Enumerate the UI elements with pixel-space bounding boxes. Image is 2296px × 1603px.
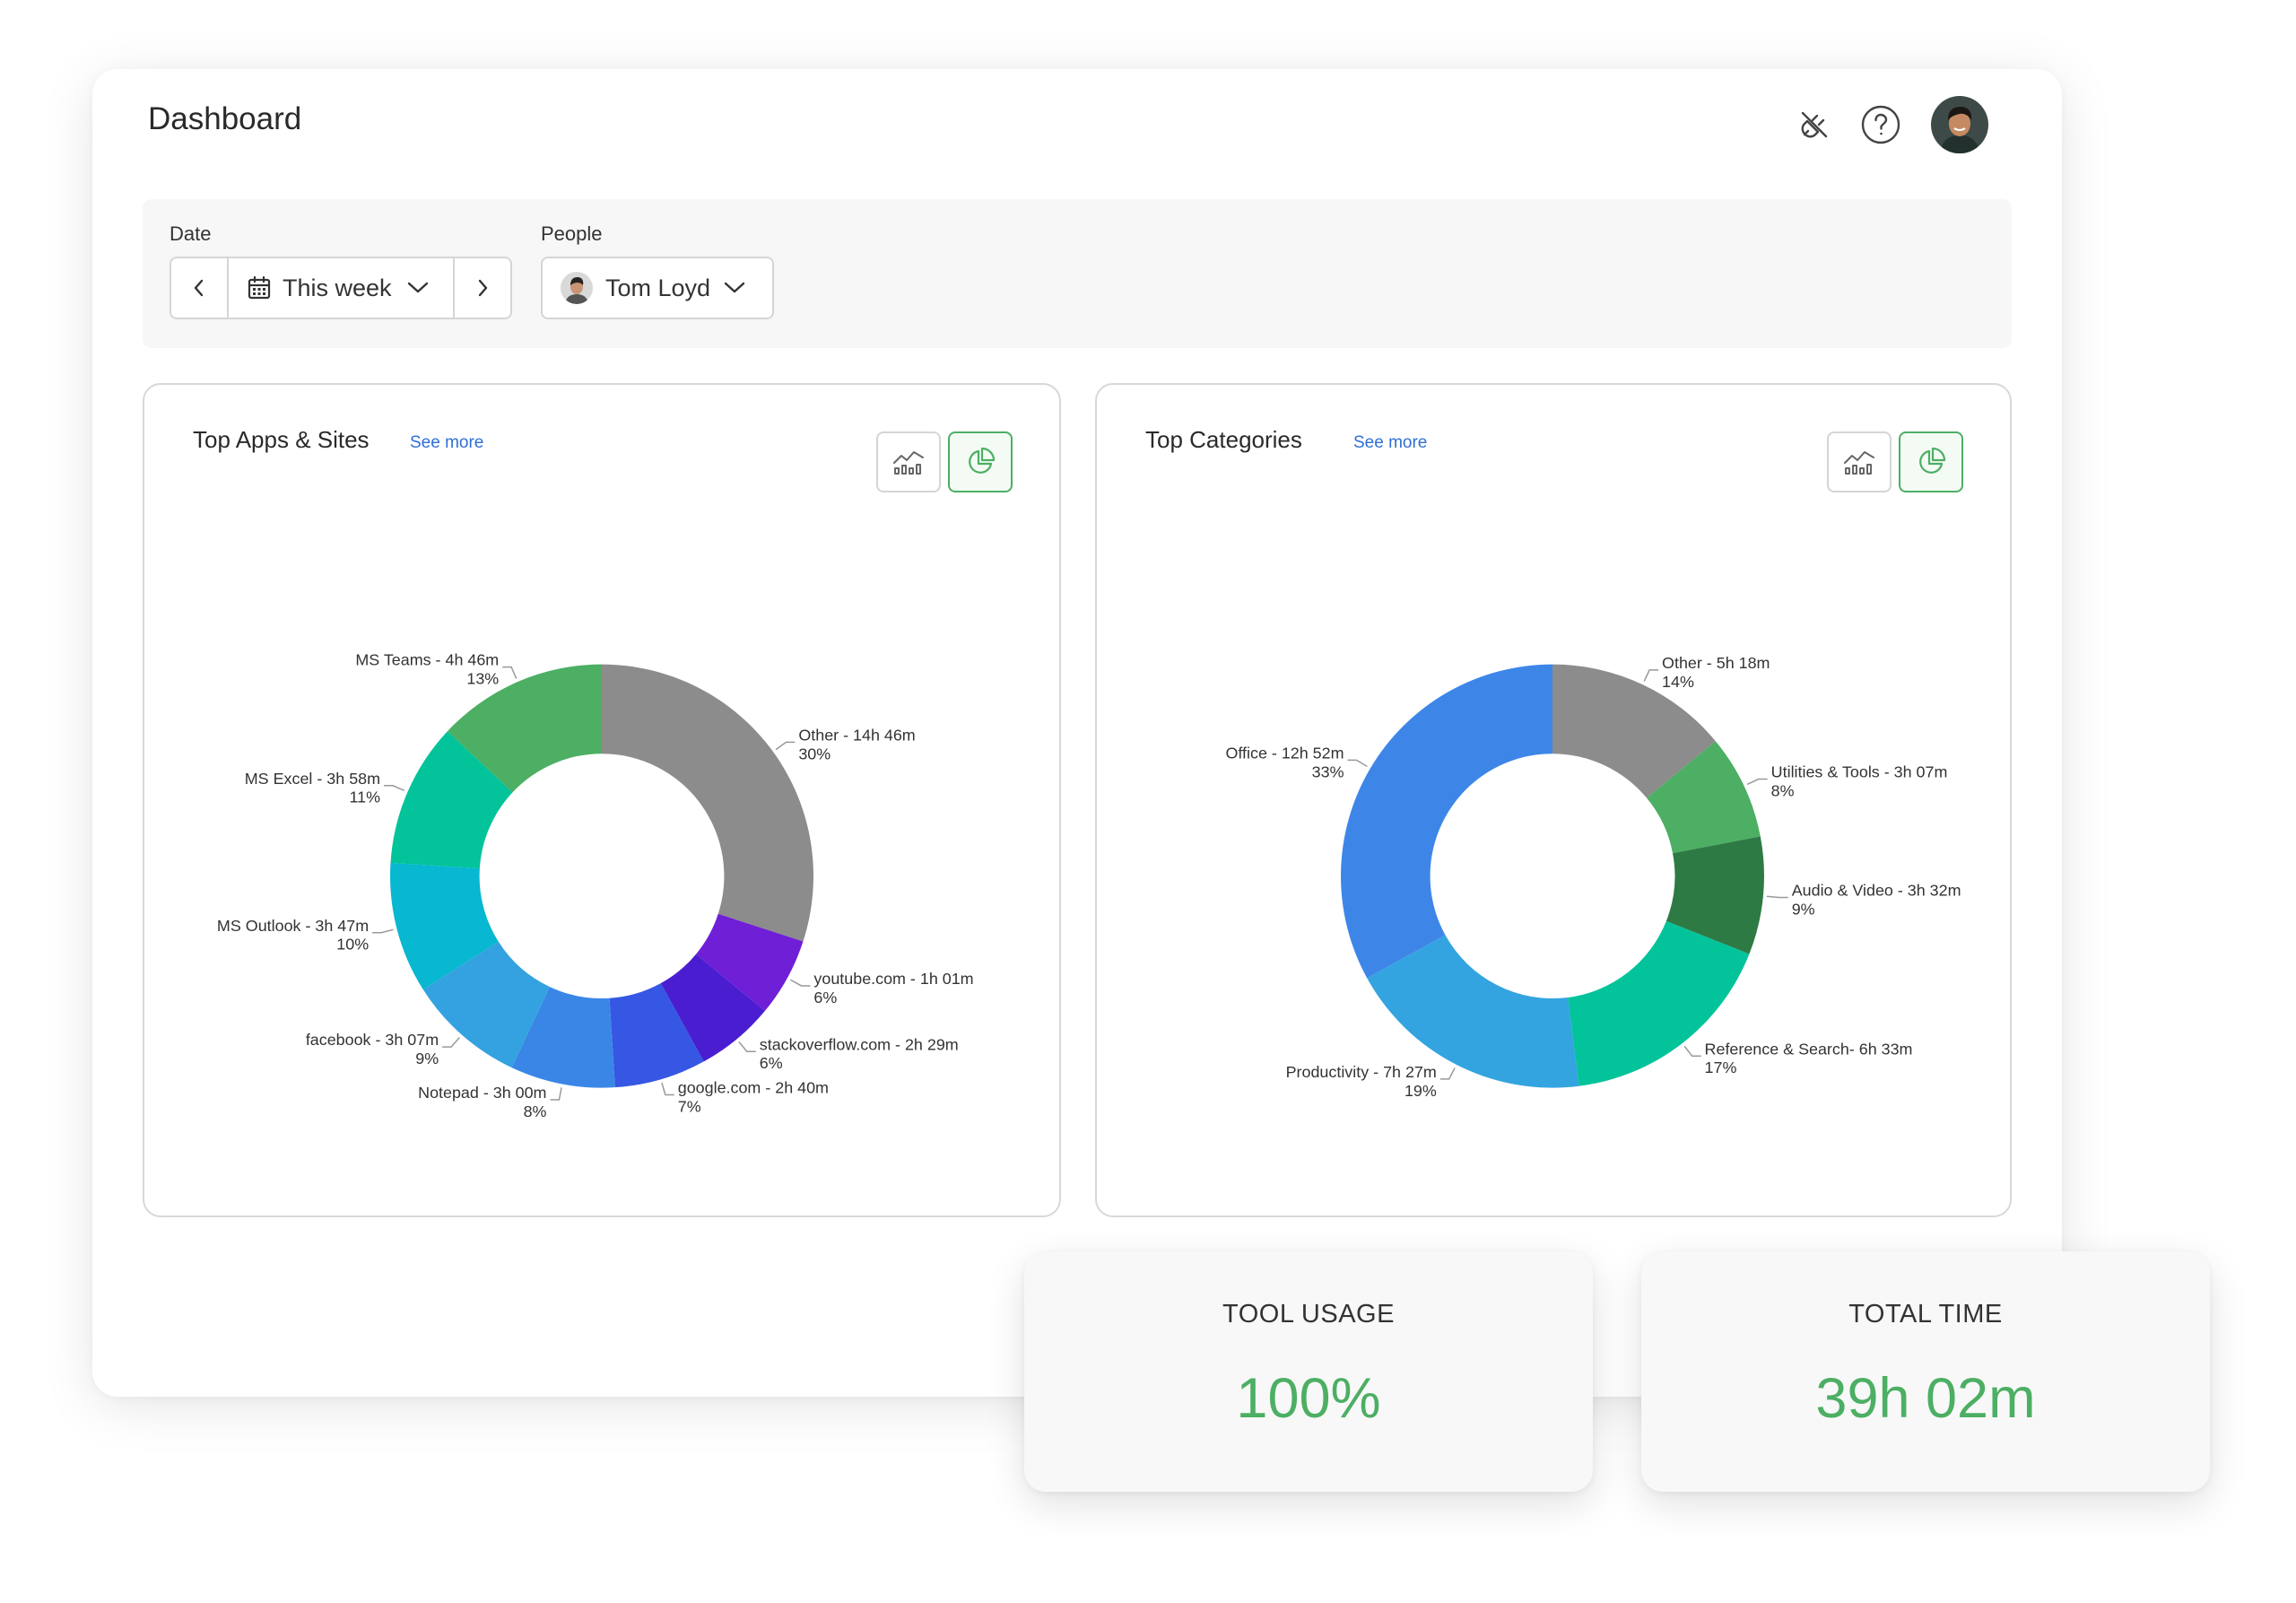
apps-donut-chart: Other - 14h 46m30%youtube.com - 1h 01m6%… bbox=[217, 651, 974, 1120]
dashboard-window: Dashboard Date People This week Tom Loyd… bbox=[92, 69, 2062, 1397]
stat-label: TOOL USAGE bbox=[1222, 1300, 1395, 1329]
leader-line bbox=[442, 1037, 460, 1048]
slice-label: Office - 12h 52m bbox=[1225, 744, 1344, 762]
page-title: Dashboard bbox=[148, 101, 302, 136]
slice-label: stackoverflow.com - 2h 29m bbox=[760, 1035, 959, 1053]
leader-line bbox=[1683, 1045, 1701, 1058]
leader-line bbox=[1766, 895, 1788, 899]
chevron-down-icon bbox=[724, 282, 745, 293]
top-apps-panel: Top Apps & Sites See more Other - 14h 46… bbox=[143, 383, 1061, 1217]
slice-percent: 6% bbox=[813, 989, 837, 1006]
tool-usage-card: TOOL USAGE 100% bbox=[1024, 1251, 1593, 1492]
slice-percent: 11% bbox=[350, 788, 381, 806]
stat-value: 39h 02m bbox=[1815, 1367, 2036, 1430]
total-time-card: TOTAL TIME 39h 02m bbox=[1641, 1251, 2210, 1492]
leader-line bbox=[1347, 759, 1368, 768]
slice-label: Audio & Video - 3h 32m bbox=[1792, 882, 1961, 900]
slice-percent: 7% bbox=[678, 1097, 701, 1115]
slice-label: Utilities & Tools - 3h 07m bbox=[1771, 763, 1948, 781]
top-icons bbox=[1773, 96, 1988, 153]
people-label: People bbox=[541, 222, 603, 245]
slice-label: facebook - 3h 07m bbox=[306, 1031, 439, 1049]
chevron-down-icon bbox=[407, 282, 428, 293]
slice-percent: 6% bbox=[760, 1054, 783, 1072]
slice-percent: 17% bbox=[1705, 1059, 1737, 1076]
person-avatar bbox=[561, 272, 593, 304]
date-range-value: This week bbox=[283, 274, 392, 301]
leader-line bbox=[1439, 1067, 1456, 1080]
next-period-button[interactable] bbox=[453, 258, 510, 318]
date-range-dropdown[interactable]: This week bbox=[229, 258, 453, 318]
slice-percent: 8% bbox=[1771, 781, 1795, 799]
donut-slice[interactable] bbox=[602, 664, 813, 942]
leader-line bbox=[738, 1041, 756, 1053]
date-label: Date bbox=[170, 222, 212, 245]
slice-percent: 13% bbox=[466, 670, 499, 688]
leader-line bbox=[384, 785, 405, 792]
leader-line bbox=[372, 928, 394, 934]
slice-label: MS Excel - 3h 58m bbox=[245, 770, 380, 788]
slice-label: Reference & Search- 6h 33m bbox=[1705, 1040, 1913, 1058]
leader-line bbox=[1746, 778, 1768, 786]
chevron-right-icon bbox=[478, 279, 488, 297]
leader-line bbox=[1643, 669, 1659, 682]
leader-line bbox=[550, 1087, 562, 1101]
help-icon[interactable] bbox=[1856, 100, 1906, 150]
date-picker: This week bbox=[170, 257, 512, 319]
slice-percent: 14% bbox=[1662, 673, 1694, 691]
top-categories-panel: Top Categories See more Other - 5h 18m 14… bbox=[1095, 383, 2012, 1217]
stat-value: 100% bbox=[1236, 1367, 1381, 1430]
slice-label: youtube.com - 1h 01m bbox=[813, 970, 973, 988]
leader-line bbox=[502, 666, 517, 679]
leader-line bbox=[775, 741, 796, 751]
slice-percent: 8% bbox=[524, 1102, 547, 1120]
slice-percent: 9% bbox=[415, 1050, 439, 1067]
people-dropdown[interactable]: Tom Loyd bbox=[541, 257, 774, 319]
previous-period-button[interactable] bbox=[171, 258, 229, 318]
slice-percent: 33% bbox=[1312, 762, 1344, 780]
plug-icon[interactable] bbox=[1789, 100, 1839, 150]
user-avatar[interactable] bbox=[1931, 96, 1988, 153]
stat-label: TOTAL TIME bbox=[1848, 1300, 2003, 1329]
slice-label: MS Teams - 4h 46m bbox=[355, 651, 499, 669]
calendar-icon bbox=[248, 275, 271, 300]
categories-donut-chart: Other - 5h 18m14% Utilities & Tools - 3h … bbox=[1225, 654, 1961, 1100]
filter-bar: Date People This week Tom Loyd bbox=[143, 199, 2012, 348]
chevron-left-icon bbox=[194, 279, 204, 297]
slice-label: MS Outlook - 3h 47m bbox=[217, 917, 369, 935]
leader-line bbox=[789, 979, 811, 987]
donut-slice[interactable] bbox=[1341, 664, 1553, 979]
slice-percent: 10% bbox=[336, 936, 369, 954]
slice-percent: 9% bbox=[1792, 900, 1815, 918]
slice-percent: 30% bbox=[798, 745, 831, 762]
slice-label: Other - 5h 18m bbox=[1662, 654, 1770, 672]
slice-label: Notepad - 3h 00m bbox=[418, 1084, 546, 1102]
slice-percent: 19% bbox=[1405, 1082, 1437, 1100]
slice-label: Other - 14h 46m bbox=[798, 726, 915, 744]
slice-label: Productivity - 7h 27m bbox=[1286, 1063, 1437, 1081]
leader-line bbox=[661, 1082, 674, 1096]
people-value: Tom Loyd bbox=[605, 274, 711, 301]
slice-label: google.com - 2h 40m bbox=[678, 1078, 829, 1096]
